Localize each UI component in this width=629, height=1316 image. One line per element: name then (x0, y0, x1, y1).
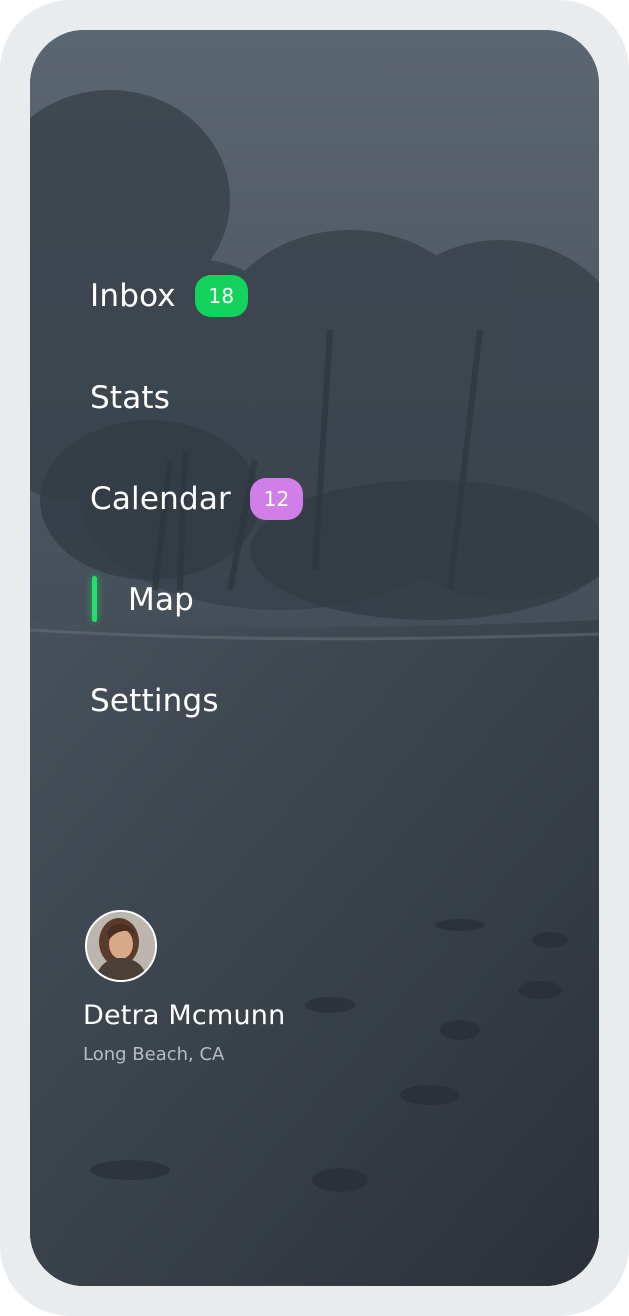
active-item-indicator (92, 576, 97, 622)
calendar-count-badge: 12 (250, 478, 303, 520)
menu-item-map[interactable]: Map (128, 575, 194, 625)
menu-item-calendar[interactable]: Calendar 12 (90, 474, 303, 524)
menu-screen: Inbox 18 Stats Calendar 12 Map Settings (30, 30, 599, 1286)
profile-name: Detra Mcmunn (83, 1000, 286, 1031)
menu-item-label: Stats (90, 380, 171, 416)
menu-item-label: Settings (90, 683, 219, 719)
menu-item-inbox[interactable]: Inbox 18 (90, 271, 248, 321)
phone-frame: Inbox 18 Stats Calendar 12 Map Settings (0, 0, 629, 1316)
avatar-portrait-icon (87, 912, 155, 980)
menu-item-label: Inbox (90, 278, 176, 314)
background-beach-image (30, 30, 599, 1286)
menu-item-settings[interactable]: Settings (90, 676, 219, 726)
avatar[interactable] (85, 910, 157, 982)
profile-location: Long Beach, CA (83, 1044, 225, 1065)
menu-item-stats[interactable]: Stats (90, 373, 170, 423)
menu-item-label: Map (128, 582, 195, 618)
inbox-count-badge: 18 (194, 275, 248, 317)
menu-item-label: Calendar (90, 481, 231, 517)
